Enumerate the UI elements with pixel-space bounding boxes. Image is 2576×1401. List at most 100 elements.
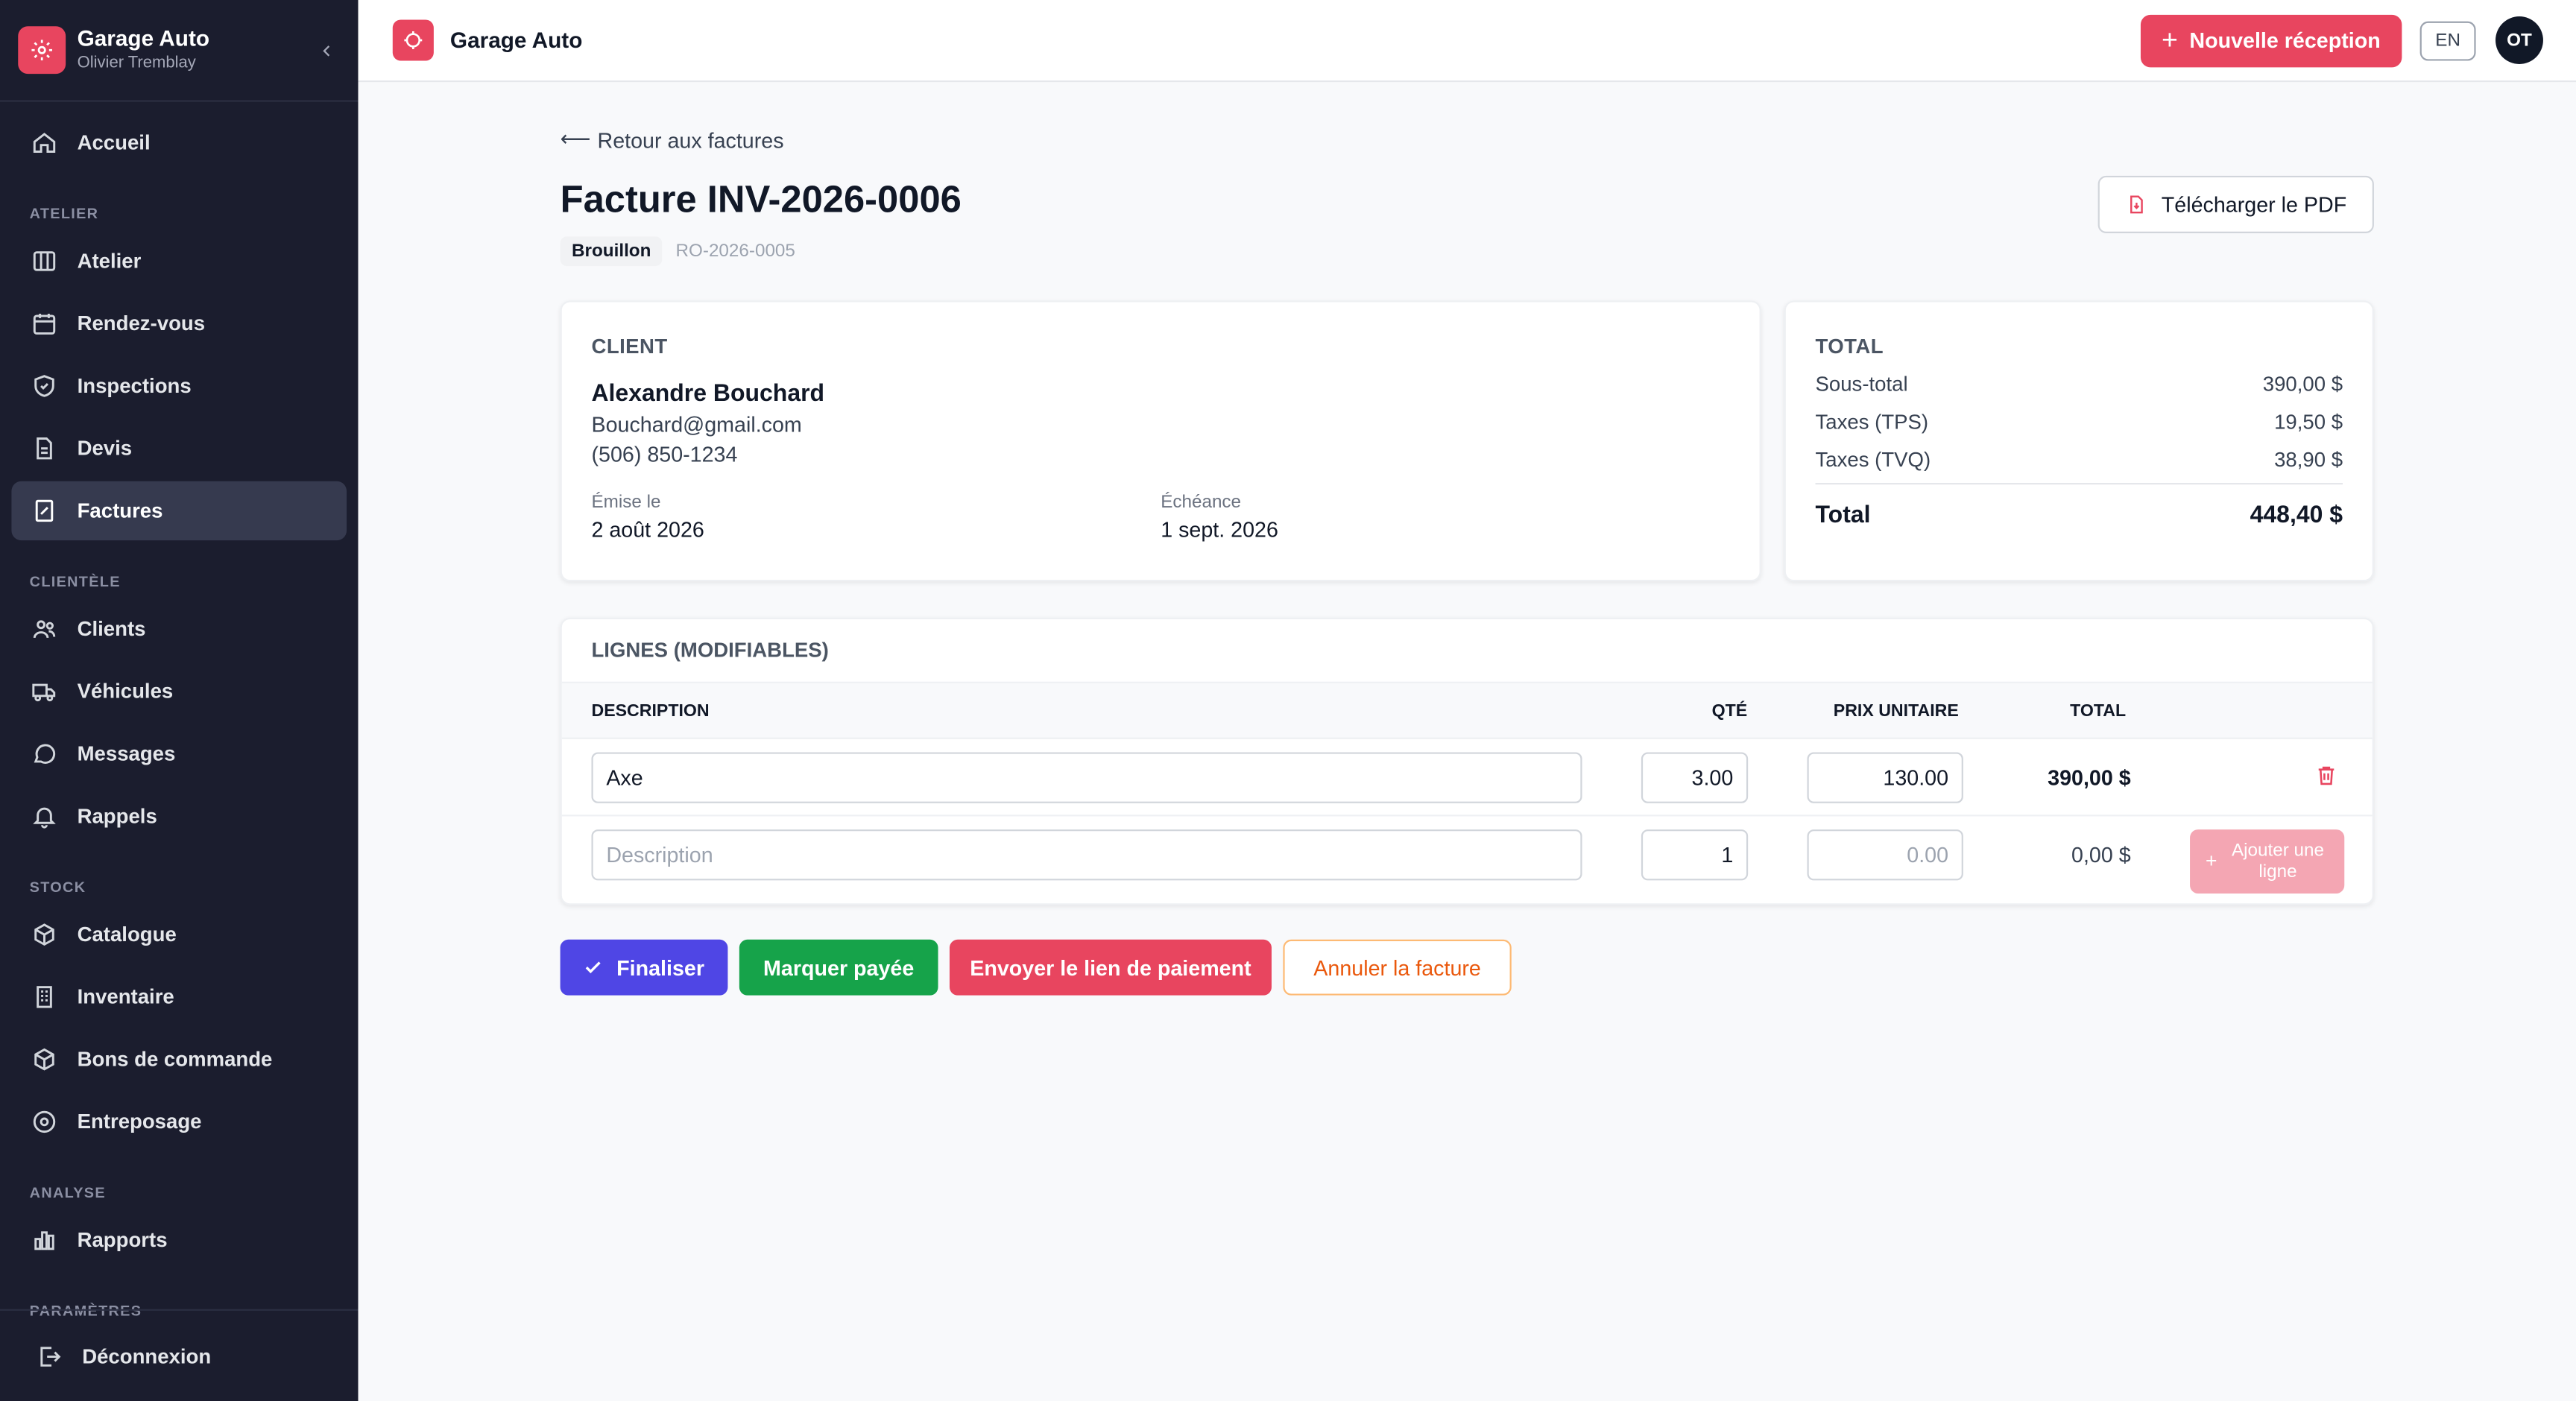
shield-icon [34,375,54,397]
calendar-icon [33,313,56,335]
sidebar-item-accueil[interactable]: Accueil [11,113,347,172]
repair-order-ref[interactable]: RO-2026-0005 [676,241,795,261]
cancel-invoice-button[interactable]: Annuler la facture [1283,939,1512,996]
subtotal-row: Sous-total 390,00 $ [1816,373,2343,396]
sidebar-item-label: Rapports [77,1228,168,1252]
section-clientele: CLIENTÈLE [29,573,121,590]
sidebar-item-messages[interactable]: Messages [11,724,347,783]
document-icon [37,437,52,460]
tps-row: Taxes (TPS) 19,50 $ [1816,411,2343,434]
sidebar-item-entreposage[interactable]: Entreposage [11,1092,347,1151]
box-icon [34,923,54,946]
receipt-icon [35,499,54,522]
totals-card: TOTAL Sous-total 390,00 $ Taxes (TPS) 19… [1784,300,2374,582]
new-reception-label: Nouvelle réception [2189,28,2381,53]
description-placeholder: Description [606,842,713,867]
client-card: CLIENT Alexandre Bouchard Bouchard@gmail… [560,300,1761,582]
due-label: Échéance [1161,493,1242,513]
add-line-button[interactable]: + Ajouter une ligne [2190,829,2345,894]
grand-total-label: Total [1815,502,1871,529]
invoice-lines-card: LIGNES (MODIFIABLES) DESCRIPTION QTÉ PRI… [560,617,2374,905]
client-card-label: CLIENT [591,335,668,358]
check-icon [586,961,602,974]
new-line-row: Description 1 0.00 0,00 $ + Ajouter une … [562,816,2373,894]
status-badge: Brouillon [560,236,663,267]
logout-button[interactable]: Déconnexion [0,1309,359,1401]
users-icon [33,620,56,639]
sidebar-item-label: Bons de commande [77,1048,273,1072]
col-qty: QTÉ [1711,700,1748,721]
sidebar-item-label: Inventaire [77,985,174,1009]
sidebar-brand: Garage Auto Olivier Tremblay [0,0,359,102]
subtotal-label: Sous-total [1815,373,1908,396]
issued-date: 2 août 2026 [591,517,704,543]
sidebar-item-label: Inspections [77,374,192,398]
download-pdf-label: Télécharger le PDF [2161,192,2347,217]
sidebar-item-label: Atelier [77,250,142,273]
new-reception-button[interactable]: + Nouvelle réception [2140,13,2402,67]
sidebar-item-label: Véhicules [77,680,174,703]
sidebar-item-bons[interactable]: Bons de commande [11,1030,347,1089]
sidebar-item-vehicules[interactable]: Véhicules [11,662,347,721]
invoice-actions: Finaliser Marquer payée Envoyer le lien … [560,939,1524,996]
sidebar-item-label: Devis [77,437,133,461]
finalize-button[interactable]: Finaliser [560,939,728,996]
line-description-input[interactable]: Axe [591,752,1582,803]
sidebar: Garage Auto Olivier Tremblay Accueil ATE… [0,0,359,1401]
sidebar-item-inspections[interactable]: Inspections [11,356,347,415]
tvq-value: 38,90 $ [2274,448,2343,472]
page-title: Facture INV-2026-0006 [560,177,962,221]
line-total: 390,00 $ [2048,765,2131,791]
sidebar-item-clients[interactable]: Clients [11,599,347,658]
back-link[interactable]: ⟵ Retour aux factures [561,127,784,153]
new-line-total: 0,00 $ [2071,842,2131,867]
totals-card-label: TOTAL [1815,335,1884,358]
sidebar-item-atelier[interactable]: Atelier [11,232,347,291]
sidebar-item-factures[interactable]: Factures [11,481,347,541]
section-analyse: ANALYSE [29,1184,106,1201]
sidebar-item-catalogue[interactable]: Catalogue [11,905,347,964]
add-line-label: Ajouter une ligne [2231,840,2324,882]
sidebar-item-label: Messages [77,742,176,766]
sidebar-item-label: Accueil [77,131,151,155]
divider [1815,483,2343,485]
col-unit-price: PRIX UNITAIRE [1833,700,1959,721]
logout-label: Déconnexion [82,1344,212,1367]
sidebar-item-rappels[interactable]: Rappels [11,787,347,846]
language-toggle[interactable]: EN [2419,20,2476,60]
sidebar-item-label: Rappels [77,805,157,828]
app-name: Garage Auto [77,25,210,51]
sidebar-item-inventaire[interactable]: Inventaire [11,967,347,1026]
line-price-input[interactable]: 130.00 [1807,752,1963,803]
logout-icon [40,1346,61,1366]
grand-total-row: Total 448,40 $ [1816,502,2343,528]
issued-label: Émise le [591,493,661,513]
brand-logo-icon [392,19,434,61]
client-name: Alexandre Bouchard [591,381,825,408]
sidebar-item-label: Entreposage [77,1110,202,1133]
line-qty-input[interactable]: 3.00 [1641,752,1749,803]
sidebar-item-rendezvous[interactable]: Rendez-vous [11,294,347,353]
sidebar-item-devis[interactable]: Devis [11,419,347,478]
trash-icon[interactable] [2315,764,2338,787]
sidebar-item-label: Rendez-vous [77,311,206,335]
new-line-price-input[interactable]: 0.00 [1807,829,1963,881]
new-line-qty-input[interactable]: 1 [1641,829,1749,881]
tvq-row: Taxes (TVQ) 38,90 $ [1816,449,2343,472]
client-phone: (506) 850-1234 [591,441,738,467]
section-atelier: ATELIER [29,205,99,222]
chat-icon [34,744,56,764]
gear-icon [18,26,66,75]
chevron-left-icon[interactable] [314,37,340,63]
avatar[interactable]: OT [2496,16,2543,64]
tps-label: Taxes (TPS) [1815,411,1929,434]
download-pdf-button[interactable]: Télécharger le PDF [2097,175,2374,233]
sidebar-item-rapports[interactable]: Rapports [11,1210,347,1269]
send-payment-link-button[interactable]: Envoyer le lien de paiement [949,939,1272,996]
price-placeholder: 0.00 [1907,842,1949,867]
due-date: 1 sept. 2026 [1161,517,1278,543]
mark-paid-button[interactable]: Marquer payée [739,939,938,996]
col-total: TOTAL [2070,700,2127,721]
arrow-left-icon: ⟵ [560,126,591,151]
new-line-description-input[interactable]: Description [591,829,1582,881]
